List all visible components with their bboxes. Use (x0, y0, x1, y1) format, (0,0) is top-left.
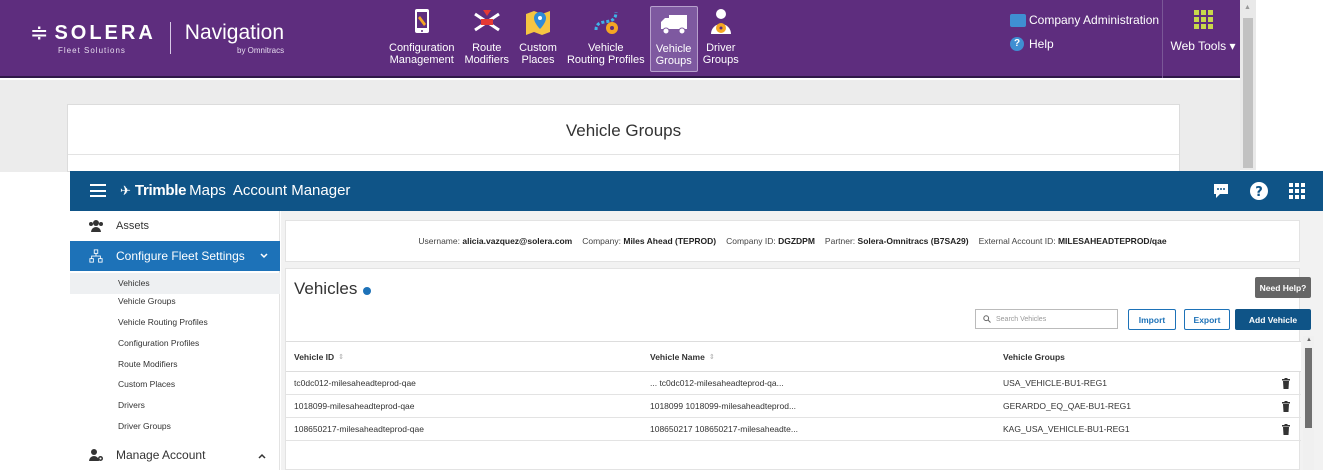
truck-icon (660, 15, 687, 35)
sidebar-sub-custom-places[interactable]: Custom Places (70, 374, 280, 395)
product-sub: by Omnitracs (237, 46, 285, 55)
web-tools-menu[interactable]: Web Tools ▾ (1170, 10, 1236, 53)
trash-icon[interactable] (1281, 378, 1291, 389)
table-header: Vehicle ID ⇕ Vehicle Name ⇕ Vehicle Groups (286, 341, 1301, 372)
caret-down-icon: ▾ (1226, 39, 1236, 53)
sidebar-sub-route-modifiers[interactable]: Route Modifiers (70, 354, 280, 375)
sort-icon: ⇕ (708, 353, 715, 361)
account-info-bar: Username: alicia.vazquez@solera.com Comp… (285, 220, 1300, 262)
map-pin-icon (526, 11, 551, 35)
trimble-main: Username: alicia.vazquez@solera.com Comp… (281, 211, 1323, 470)
network-icon (89, 249, 103, 263)
trimble-header: ✈ Trimble Maps Account Manager ? (70, 171, 1323, 211)
page-scroll-thumb[interactable] (1243, 18, 1253, 168)
sidebar-sub-drivers[interactable]: Drivers (70, 395, 280, 416)
nav-configuration-management[interactable]: Configuration Management (384, 6, 459, 72)
company-id-info: Company ID: DGZDPM (726, 236, 815, 246)
solera-header: ≑ SOLERA Fleet Solutions Navigation by O… (0, 0, 1240, 78)
product-title: Navigation (184, 21, 285, 44)
solera-logo[interactable]: ≑ SOLERA Fleet Solutions Navigation by O… (30, 20, 285, 56)
sidebar-item-manage-account[interactable]: Manage Account (70, 443, 280, 467)
need-help-button[interactable]: Need Help? (1255, 277, 1311, 298)
help-icon: ? (1010, 37, 1024, 51)
apps-grid-icon[interactable] (1287, 181, 1307, 201)
help-link[interactable]: ? Help (1010, 34, 1159, 54)
table-row[interactable]: 1018099-milesaheadteprod-qae 1018099 101… (286, 395, 1301, 418)
sidebar-sub-driver-groups[interactable]: Driver Groups (70, 416, 280, 437)
username-info: Username: alicia.vazquez@solera.com (418, 236, 573, 246)
sidebar-sub-vehicle-groups[interactable]: Vehicle Groups (70, 291, 280, 312)
chevron-up-icon (258, 453, 266, 459)
table-scroll-thumb[interactable] (1305, 348, 1312, 428)
add-vehicle-button[interactable]: Add Vehicle (1235, 309, 1311, 330)
header-actions: ? (1193, 181, 1307, 201)
sort-icon: ⇕ (338, 353, 345, 361)
hamburger-menu-icon[interactable] (90, 184, 106, 197)
app-name: Account Manager (232, 182, 351, 199)
apps-grid-icon (1193, 10, 1213, 29)
scroll-up-icon[interactable]: ▲ (1244, 4, 1251, 11)
import-button[interactable]: Import (1128, 309, 1176, 330)
solera-brand-sub: Fleet Solutions (58, 46, 126, 55)
trimble-logo-icon: ✈ (120, 182, 131, 198)
route-gear-icon (594, 11, 618, 34)
logo-divider (169, 22, 171, 54)
page-scrollbar[interactable]: ▲ (1240, 0, 1256, 170)
sidebar-sub-vehicle-routing-profiles[interactable]: Vehicle Routing Profiles (70, 312, 280, 333)
table-scrollbar[interactable]: ▲ (1303, 336, 1314, 470)
partner-info: Partner: Solera-Omnitracs (B7SA29) (824, 236, 969, 246)
driver-icon (710, 9, 731, 34)
scroll-up-icon[interactable]: ▲ (1306, 337, 1312, 343)
column-vehicle-name[interactable]: Vehicle Name ⇕ (650, 342, 715, 371)
column-vehicle-groups: Vehicle Groups (1003, 351, 1065, 362)
card-divider (68, 154, 1179, 155)
nav-driver-groups[interactable]: Driver Groups (698, 6, 744, 72)
vehicles-card: Vehicles Need Help? Search Vehicles Impo… (285, 268, 1311, 470)
table-row[interactable]: tc0dc012-milesaheadteprod-qae ... tc0dc0… (286, 372, 1301, 395)
solera-mark-icon: ≑ (30, 20, 49, 45)
admin-icon (1010, 13, 1026, 27)
search-placeholder: Search Vehicles (996, 315, 1047, 323)
header-separator (1162, 0, 1163, 78)
column-vehicle-id[interactable]: Vehicle ID ⇕ (294, 342, 344, 371)
trash-icon[interactable] (1281, 401, 1291, 412)
export-button[interactable]: Export (1184, 309, 1230, 330)
phone-wrench-icon (414, 9, 429, 33)
nav-vehicle-routing-profiles[interactable]: Vehicle Routing Profiles (562, 6, 650, 72)
trash-icon[interactable] (1281, 424, 1291, 435)
table-row[interactable]: 108650217-milesaheadteprod-qae 108650217… (286, 418, 1301, 441)
nav-route-modifiers[interactable]: Route Modifiers (459, 6, 514, 72)
nav-vehicle-groups[interactable]: Vehicle Groups (649, 6, 698, 72)
solera-brand: SOLERA (54, 22, 156, 44)
vehicles-title: Vehicles (294, 279, 372, 299)
solera-nav: Configuration Management Route Modifiers… (384, 6, 744, 72)
search-icon (983, 315, 991, 323)
trimble-brand[interactable]: ✈ Trimble Maps Account Manager (120, 182, 350, 199)
chat-icon[interactable] (1211, 181, 1231, 201)
sidebar-item-assets[interactable]: Assets (70, 214, 280, 238)
external-id-info: External Account ID: MILESAHEADTEPROD/qa… (978, 236, 1167, 246)
page-title: Vehicle Groups (565, 121, 682, 140)
sidebar-sub-configuration-profiles[interactable]: Configuration Profiles (70, 333, 280, 354)
sidebar-item-configure-fleet-settings[interactable]: Configure Fleet Settings (70, 241, 280, 271)
trimble-sidebar: Assets Configure Fleet Settings Vehicles… (70, 211, 280, 470)
vehicle-groups-card: Vehicle Groups (67, 104, 1180, 172)
nav-custom-places[interactable]: Custom Places (514, 6, 562, 72)
vehicles-table: Vehicle ID ⇕ Vehicle Name ⇕ Vehicle Groups… (286, 341, 1301, 441)
chevron-down-icon (260, 253, 268, 259)
solera-right-links: Company Administration ? Help (1010, 10, 1159, 58)
search-input[interactable]: Search Vehicles (975, 309, 1118, 329)
users-icon (89, 220, 103, 232)
help-icon[interactable]: ? (1249, 181, 1269, 201)
svg-text:?: ? (1255, 185, 1263, 200)
route-blocked-icon (473, 10, 500, 32)
company-info: Company: Miles Ahead (TEPROD) (582, 236, 717, 246)
info-icon[interactable] (363, 287, 372, 295)
company-admin-link[interactable]: Company Administration (1010, 10, 1159, 30)
user-gear-icon (89, 449, 103, 461)
